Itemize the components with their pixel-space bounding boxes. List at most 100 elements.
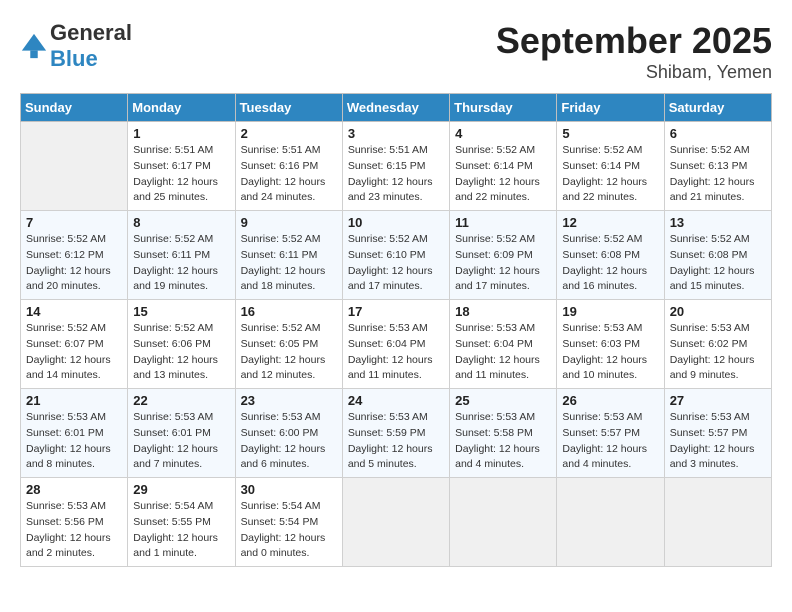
day-info: Sunrise: 5:52 AMSunset: 6:08 PMDaylight:… (670, 232, 766, 295)
calendar-cell: 22 Sunrise: 5:53 AMSunset: 6:01 PMDayligh… (128, 389, 235, 478)
calendar-cell: 2 Sunrise: 5:51 AMSunset: 6:16 PMDaylight… (235, 122, 342, 211)
day-number: 23 (241, 393, 337, 408)
logo-blue-text: Blue (50, 46, 98, 71)
day-info: Sunrise: 5:53 AMSunset: 6:04 PMDaylight:… (455, 321, 551, 384)
day-info: Sunrise: 5:52 AMSunset: 6:09 PMDaylight:… (455, 232, 551, 295)
day-info: Sunrise: 5:52 AMSunset: 6:13 PMDaylight:… (670, 143, 766, 206)
day-number: 24 (348, 393, 444, 408)
header-saturday: Saturday (664, 94, 771, 122)
calendar-cell: 23 Sunrise: 5:53 AMSunset: 6:00 PMDayligh… (235, 389, 342, 478)
day-number: 8 (133, 215, 229, 230)
calendar-cell: 27 Sunrise: 5:53 AMSunset: 5:57 PMDayligh… (664, 389, 771, 478)
day-number: 22 (133, 393, 229, 408)
day-number: 16 (241, 304, 337, 319)
day-number: 7 (26, 215, 122, 230)
calendar-cell: 28 Sunrise: 5:53 AMSunset: 5:56 PMDayligh… (21, 478, 128, 567)
day-info: Sunrise: 5:51 AMSunset: 6:15 PMDaylight:… (348, 143, 444, 206)
calendar-cell: 16 Sunrise: 5:52 AMSunset: 6:05 PMDayligh… (235, 300, 342, 389)
calendar-cell: 14 Sunrise: 5:52 AMSunset: 6:07 PMDayligh… (21, 300, 128, 389)
logo-general-text: General (50, 20, 132, 45)
day-number: 27 (670, 393, 766, 408)
title-block: September 2025 Shibam, Yemen (496, 20, 772, 83)
calendar-week-5: 28 Sunrise: 5:53 AMSunset: 5:56 PMDayligh… (21, 478, 772, 567)
day-info: Sunrise: 5:53 AMSunset: 6:01 PMDaylight:… (133, 410, 229, 473)
day-info: Sunrise: 5:52 AMSunset: 6:14 PMDaylight:… (562, 143, 658, 206)
day-info: Sunrise: 5:52 AMSunset: 6:11 PMDaylight:… (241, 232, 337, 295)
header-monday: Monday (128, 94, 235, 122)
day-number: 17 (348, 304, 444, 319)
day-number: 26 (562, 393, 658, 408)
day-number: 13 (670, 215, 766, 230)
day-info: Sunrise: 5:53 AMSunset: 5:59 PMDaylight:… (348, 410, 444, 473)
day-info: Sunrise: 5:52 AMSunset: 6:08 PMDaylight:… (562, 232, 658, 295)
day-info: Sunrise: 5:53 AMSunset: 6:01 PMDaylight:… (26, 410, 122, 473)
day-number: 25 (455, 393, 551, 408)
calendar-cell: 29Sunrise: 5:54 AMSunset: 5:55 PMDayligh… (128, 478, 235, 567)
header-friday: Friday (557, 94, 664, 122)
calendar-cell: 30 Sunrise: 5:54 AMSunset: 5:54 PMDayligh… (235, 478, 342, 567)
day-number: 6 (670, 126, 766, 141)
calendar-table: SundayMondayTuesdayWednesdayThursdayFrid… (20, 93, 772, 567)
header-tuesday: Tuesday (235, 94, 342, 122)
month-title: September 2025 (496, 20, 772, 62)
calendar-cell: 24 Sunrise: 5:53 AMSunset: 5:59 PMDayligh… (342, 389, 449, 478)
header-sunday: Sunday (21, 94, 128, 122)
page-header: General Blue September 2025 Shibam, Yeme… (20, 20, 772, 83)
calendar-week-3: 14 Sunrise: 5:52 AMSunset: 6:07 PMDayligh… (21, 300, 772, 389)
calendar-cell: 4 Sunrise: 5:52 AMSunset: 6:14 PMDaylight… (450, 122, 557, 211)
calendar-cell: 11 Sunrise: 5:52 AMSunset: 6:09 PMDayligh… (450, 211, 557, 300)
day-info: Sunrise: 5:53 AMSunset: 6:03 PMDaylight:… (562, 321, 658, 384)
calendar-cell (557, 478, 664, 567)
day-info: Sunrise: 5:53 AMSunset: 5:57 PMDaylight:… (670, 410, 766, 473)
calendar-cell: 17Sunrise: 5:53 AMSunset: 6:04 PMDayligh… (342, 300, 449, 389)
day-info: Sunrise: 5:52 AMSunset: 6:10 PMDaylight:… (348, 232, 444, 295)
day-info: Sunrise: 5:53 AMSunset: 5:58 PMDaylight:… (455, 410, 551, 473)
day-number: 4 (455, 126, 551, 141)
day-info: Sunrise: 5:51 AMSunset: 6:17 PMDaylight:… (133, 143, 229, 206)
calendar-header-row: SundayMondayTuesdayWednesdayThursdayFrid… (21, 94, 772, 122)
calendar-cell: 18Sunrise: 5:53 AMSunset: 6:04 PMDayligh… (450, 300, 557, 389)
calendar-cell: 7 Sunrise: 5:52 AMSunset: 6:12 PMDaylight… (21, 211, 128, 300)
calendar-cell (664, 478, 771, 567)
day-info: Sunrise: 5:52 AMSunset: 6:05 PMDaylight:… (241, 321, 337, 384)
day-number: 5 (562, 126, 658, 141)
day-info: Sunrise: 5:51 AMSunset: 6:16 PMDaylight:… (241, 143, 337, 206)
day-number: 9 (241, 215, 337, 230)
logo: General Blue (20, 20, 132, 72)
day-number: 2 (241, 126, 337, 141)
calendar-cell: 8Sunrise: 5:52 AMSunset: 6:11 PMDaylight… (128, 211, 235, 300)
calendar-cell: 26 Sunrise: 5:53 AMSunset: 5:57 PMDayligh… (557, 389, 664, 478)
day-info: Sunrise: 5:54 AMSunset: 5:54 PMDaylight:… (241, 499, 337, 562)
calendar-cell: 13 Sunrise: 5:52 AMSunset: 6:08 PMDayligh… (664, 211, 771, 300)
day-info: Sunrise: 5:53 AMSunset: 5:57 PMDaylight:… (562, 410, 658, 473)
day-info: Sunrise: 5:53 AMSunset: 5:56 PMDaylight:… (26, 499, 122, 562)
day-number: 30 (241, 482, 337, 497)
header-thursday: Thursday (450, 94, 557, 122)
header-wednesday: Wednesday (342, 94, 449, 122)
calendar-cell: 25 Sunrise: 5:53 AMSunset: 5:58 PMDayligh… (450, 389, 557, 478)
calendar-cell: 6 Sunrise: 5:52 AMSunset: 6:13 PMDaylight… (664, 122, 771, 211)
day-number: 3 (348, 126, 444, 141)
calendar-cell: 10Sunrise: 5:52 AMSunset: 6:10 PMDayligh… (342, 211, 449, 300)
calendar-cell (450, 478, 557, 567)
day-info: Sunrise: 5:52 AMSunset: 6:12 PMDaylight:… (26, 232, 122, 295)
day-number: 15 (133, 304, 229, 319)
day-number: 20 (670, 304, 766, 319)
calendar-cell (342, 478, 449, 567)
day-number: 28 (26, 482, 122, 497)
calendar-week-4: 21Sunrise: 5:53 AMSunset: 6:01 PMDayligh… (21, 389, 772, 478)
day-info: Sunrise: 5:54 AMSunset: 5:55 PMDaylight:… (133, 499, 229, 562)
calendar-cell: 12Sunrise: 5:52 AMSunset: 6:08 PMDayligh… (557, 211, 664, 300)
calendar-cell: 21Sunrise: 5:53 AMSunset: 6:01 PMDayligh… (21, 389, 128, 478)
calendar-cell (21, 122, 128, 211)
day-info: Sunrise: 5:52 AMSunset: 6:14 PMDaylight:… (455, 143, 551, 206)
day-number: 11 (455, 215, 551, 230)
day-info: Sunrise: 5:53 AMSunset: 6:00 PMDaylight:… (241, 410, 337, 473)
day-number: 1 (133, 126, 229, 141)
calendar-body: 1 Sunrise: 5:51 AMSunset: 6:17 PMDaylight… (21, 122, 772, 567)
calendar-cell: 9 Sunrise: 5:52 AMSunset: 6:11 PMDaylight… (235, 211, 342, 300)
calendar-week-1: 1 Sunrise: 5:51 AMSunset: 6:17 PMDaylight… (21, 122, 772, 211)
day-info: Sunrise: 5:53 AMSunset: 6:02 PMDaylight:… (670, 321, 766, 384)
day-number: 14 (26, 304, 122, 319)
day-info: Sunrise: 5:52 AMSunset: 6:07 PMDaylight:… (26, 321, 122, 384)
